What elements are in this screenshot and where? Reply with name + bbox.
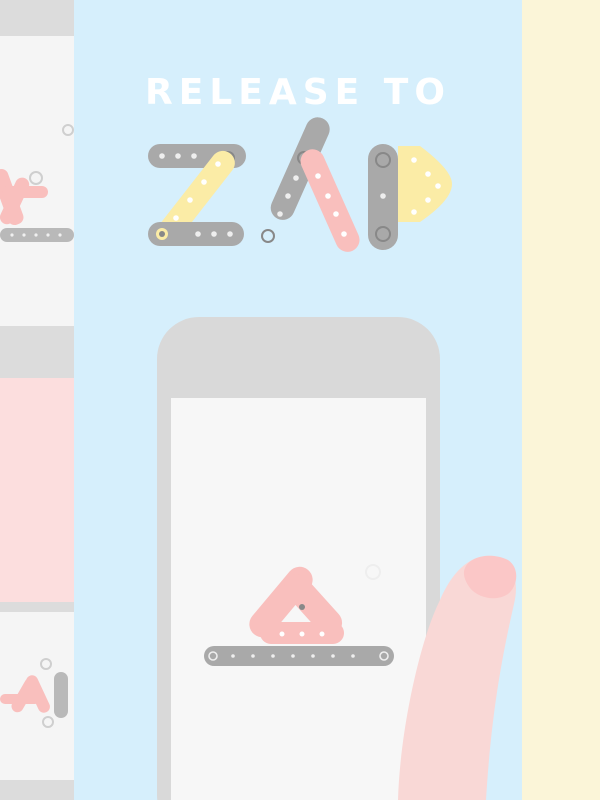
screen-rail xyxy=(204,646,394,666)
left-strip-pink-block xyxy=(0,378,74,602)
left-strip-mid-bar xyxy=(0,326,74,378)
app-store-screenshot: RELEASE TO xyxy=(0,0,600,800)
left-strip-divider xyxy=(0,602,74,612)
left-strip-preview xyxy=(0,0,74,800)
left-strip-top-bar xyxy=(0,0,74,36)
right-panel xyxy=(522,0,600,800)
left-strip-rail xyxy=(0,228,74,242)
headline: RELEASE TO xyxy=(145,72,451,113)
phone-mockup xyxy=(157,317,440,800)
scene-illustration xyxy=(0,0,600,800)
left-strip-bottom-bar xyxy=(0,780,74,800)
